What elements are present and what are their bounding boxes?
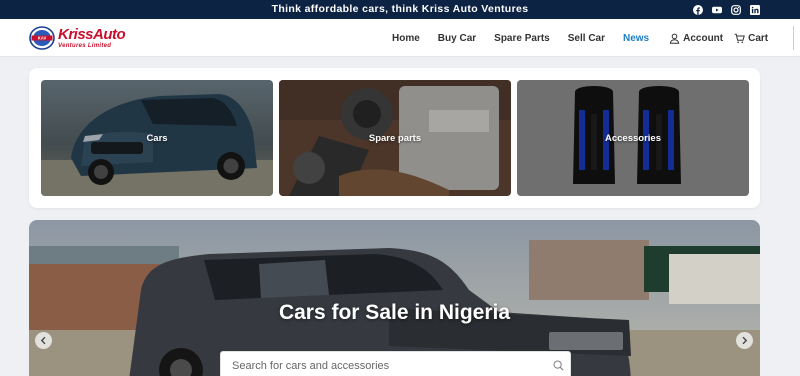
main-navbar: KAV KrissAuto Ventures Limited Home Buy … xyxy=(0,19,800,57)
user-icon xyxy=(669,33,680,44)
nav-spare-parts[interactable]: Spare Parts xyxy=(494,33,550,44)
category-label: Cars xyxy=(146,133,168,144)
tagline: Think affordable cars, think Kriss Auto … xyxy=(271,3,529,15)
category-label: Accessories xyxy=(605,133,661,144)
logo-badge-text: KAV xyxy=(38,36,47,41)
youtube-icon[interactable] xyxy=(712,5,722,15)
nav-sell-car[interactable]: Sell Car xyxy=(568,33,605,44)
primary-nav: Home Buy Car Spare Parts Sell Car News A… xyxy=(392,19,768,57)
social-links xyxy=(693,0,760,19)
logo-emblem-icon: KAV xyxy=(29,26,55,50)
nav-account[interactable]: Account xyxy=(669,33,723,44)
search-box xyxy=(220,351,571,376)
nav-cart[interactable]: Cart xyxy=(734,33,768,44)
nav-account-label: Account xyxy=(683,32,724,44)
logo-brand: KrissAuto xyxy=(58,26,126,43)
nav-news[interactable]: News xyxy=(623,33,649,44)
site-logo[interactable]: KAV KrissAuto Ventures Limited xyxy=(29,26,126,50)
nav-cart-label: Cart xyxy=(748,32,769,44)
cart-icon xyxy=(734,33,745,44)
facebook-icon[interactable] xyxy=(693,4,703,15)
search-input[interactable] xyxy=(221,352,541,376)
nav-home[interactable]: Home xyxy=(392,33,420,44)
linkedin-icon[interactable] xyxy=(750,4,760,15)
chevron-left-icon xyxy=(40,336,46,345)
category-tile-spare-parts[interactable]: Spare parts xyxy=(279,80,511,196)
logo-subtitle: Ventures Limited xyxy=(58,43,112,49)
category-label: Spare parts xyxy=(368,133,422,144)
nav-buy-car[interactable]: Buy Car xyxy=(438,33,476,44)
carousel-prev-button[interactable] xyxy=(35,332,52,349)
carousel-next-button[interactable] xyxy=(736,332,753,349)
category-tile-cars[interactable]: Cars xyxy=(41,80,273,196)
instagram-icon[interactable] xyxy=(731,4,741,15)
hero-title: Cars for Sale in Nigeria xyxy=(278,301,511,324)
chevron-right-icon xyxy=(742,336,748,345)
navbar-divider xyxy=(793,26,800,50)
top-announcement-bar: Think affordable cars, think Kriss Auto … xyxy=(0,0,800,19)
search-icon[interactable] xyxy=(553,360,564,371)
hero-banner: Cars for Sale in Nigeria xyxy=(29,220,760,376)
category-section: Cars Spare parts Accessories xyxy=(29,68,760,208)
category-tile-accessories[interactable]: Accessories xyxy=(517,80,749,196)
